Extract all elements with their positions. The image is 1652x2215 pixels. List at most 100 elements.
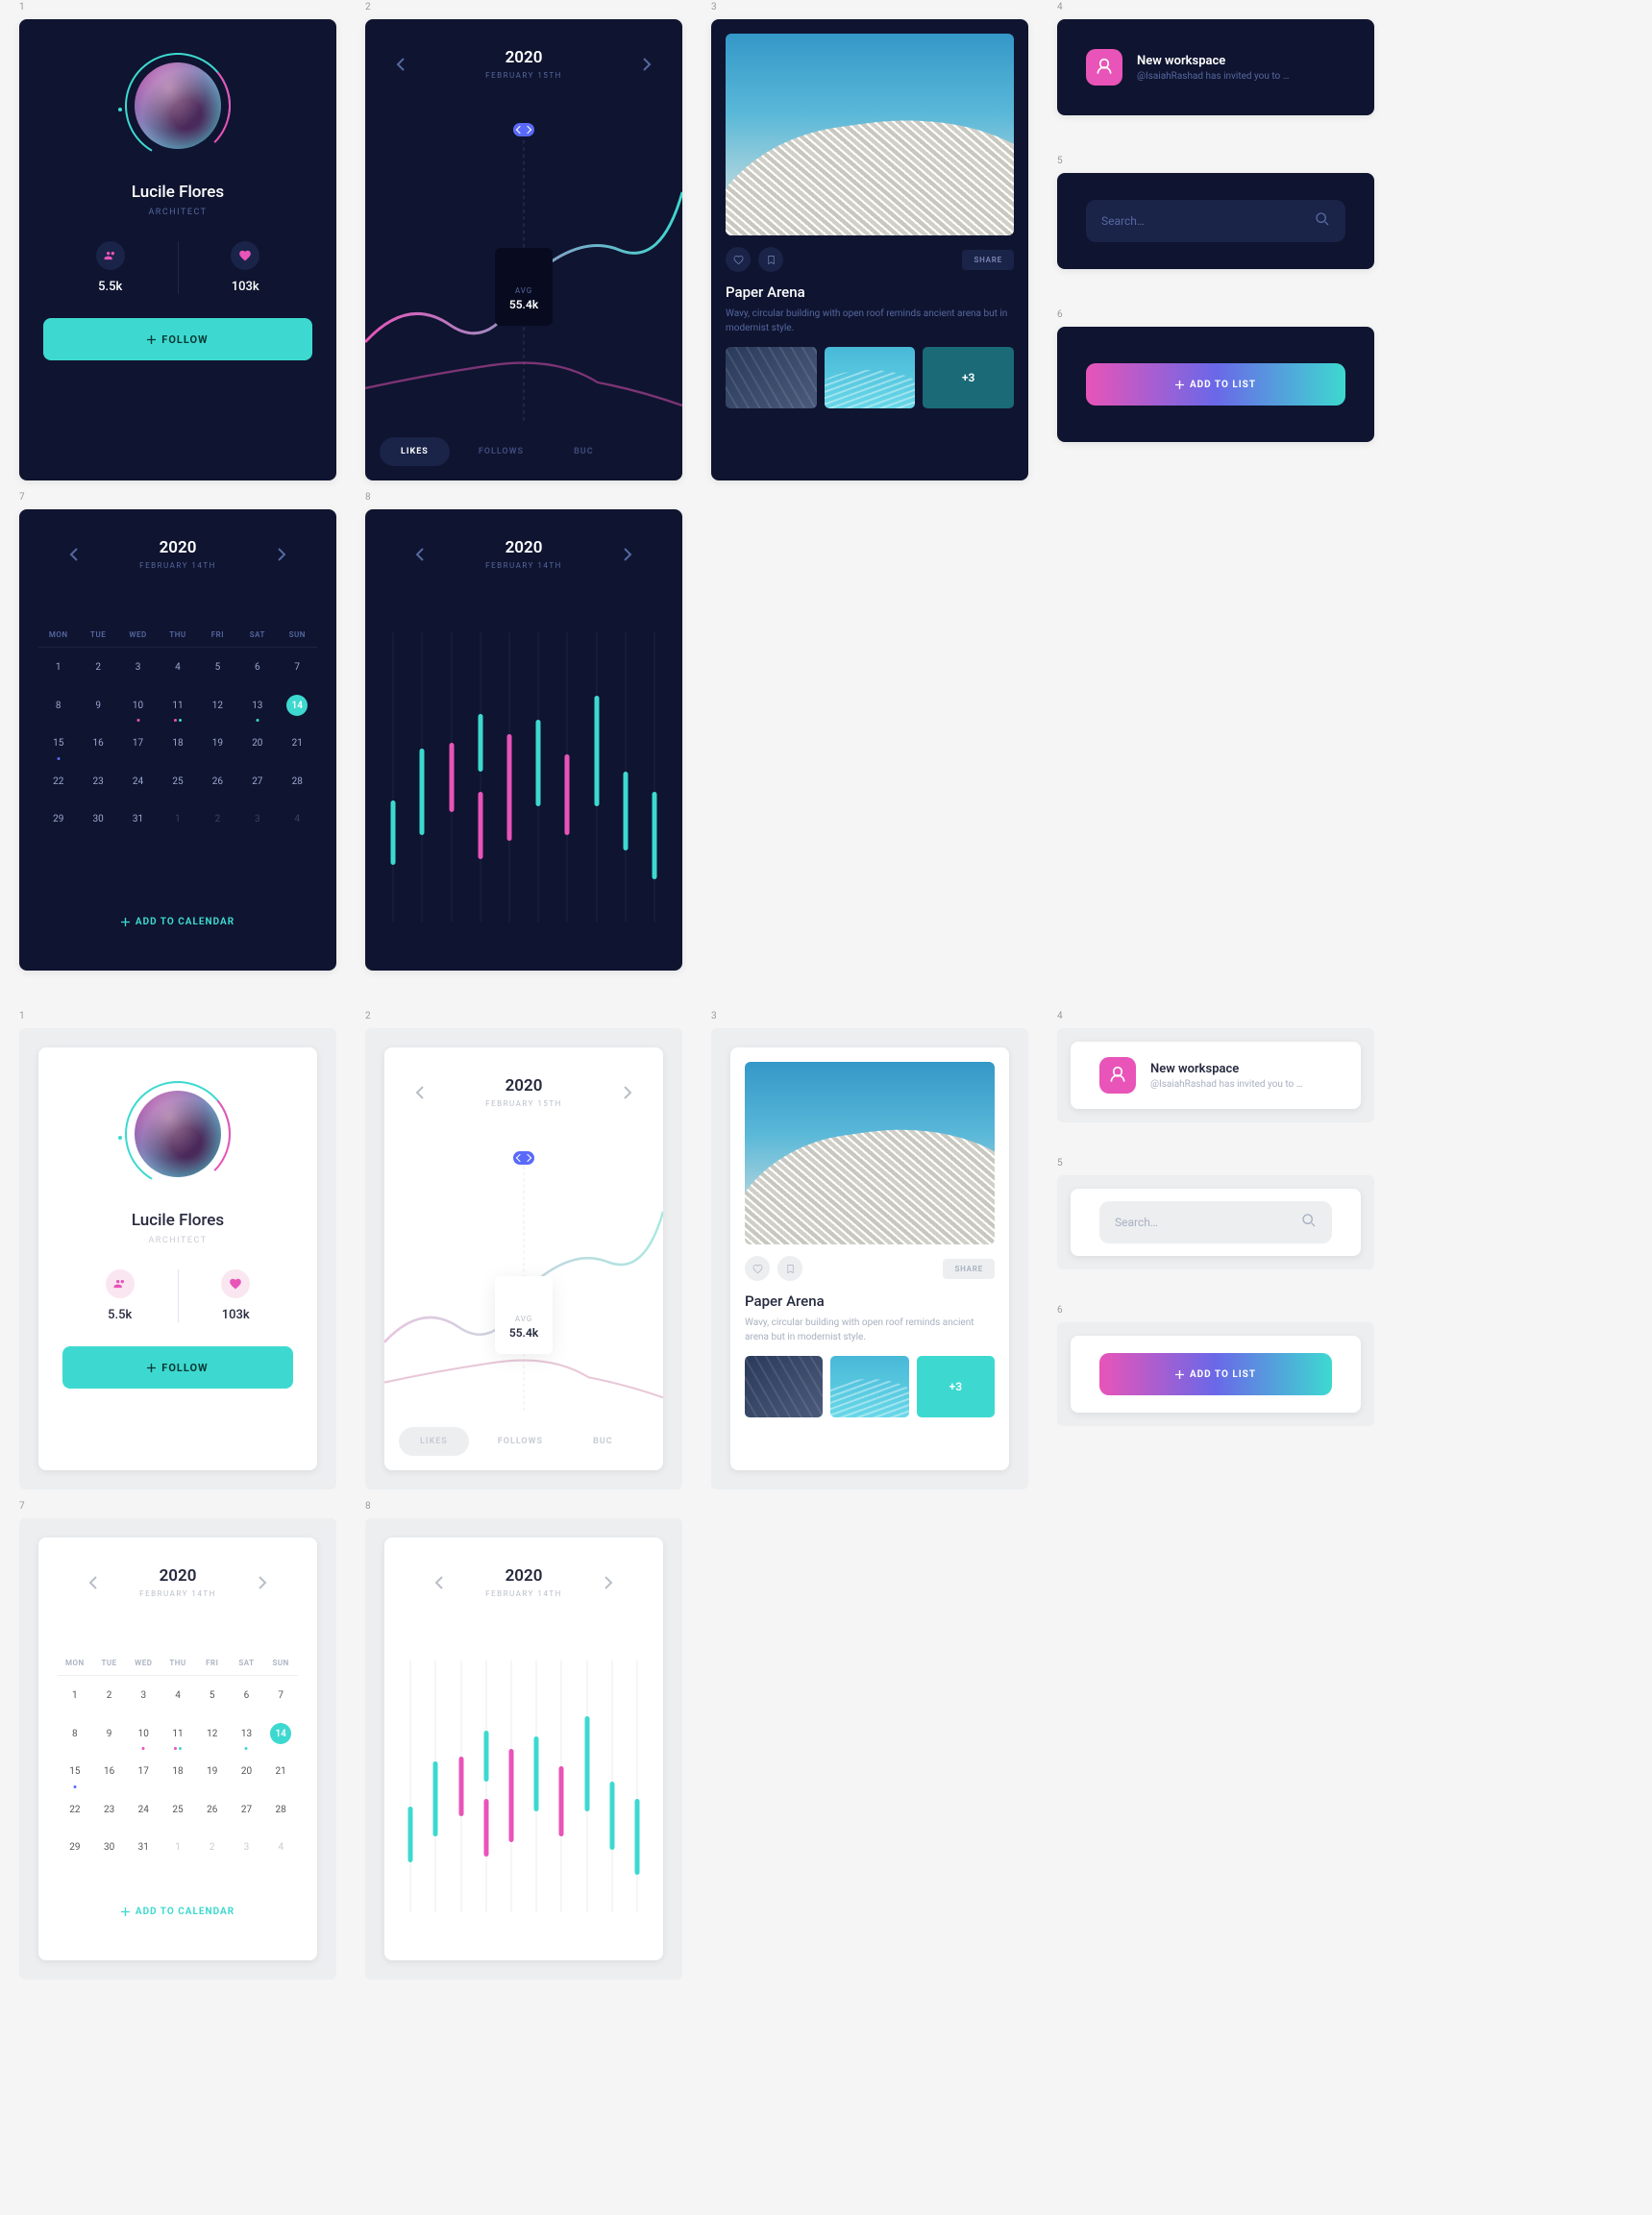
next-arrow[interactable] <box>635 53 658 76</box>
calendar-day[interactable]: 1 <box>158 800 197 838</box>
calendar-day[interactable]: 11 <box>158 686 197 725</box>
calendar-day[interactable]: 11 <box>160 1714 195 1753</box>
calendar-day[interactable]: 18 <box>160 1752 195 1790</box>
search-icon[interactable] <box>1301 1213 1317 1232</box>
prev-arrow[interactable] <box>408 543 431 566</box>
next-arrow[interactable] <box>270 543 293 566</box>
thumbnail[interactable] <box>830 1356 908 1417</box>
search-input[interactable] <box>1101 214 1315 228</box>
calendar-day[interactable]: 19 <box>198 724 237 762</box>
calendar-day[interactable]: 27 <box>237 762 277 800</box>
calendar-day[interactable]: 2 <box>195 1828 230 1866</box>
add-to-list-button[interactable]: ADD TO LIST <box>1086 363 1345 406</box>
calendar-day[interactable]: 4 <box>158 648 197 686</box>
like-icon[interactable] <box>726 247 751 272</box>
calendar-day[interactable]: 31 <box>118 800 158 838</box>
calendar-day[interactable]: 4 <box>278 800 317 838</box>
bookmark-icon[interactable] <box>777 1256 802 1281</box>
calendar-day[interactable]: 12 <box>195 1714 230 1753</box>
notification-card-dark[interactable]: New workspace @IsaiahRashad has invited … <box>1057 19 1374 115</box>
calendar-day[interactable]: 9 <box>78 686 117 725</box>
calendar-day[interactable]: 31 <box>126 1828 160 1866</box>
calendar-day[interactable]: 13 <box>230 1714 264 1753</box>
next-arrow[interactable] <box>597 1571 620 1594</box>
thumbnail[interactable] <box>745 1356 823 1417</box>
calendar-day[interactable]: 3 <box>237 800 277 838</box>
calendar-day[interactable]: 7 <box>263 1676 298 1714</box>
calendar-day[interactable]: 15 <box>58 1752 92 1790</box>
calendar-day[interactable]: 19 <box>195 1752 230 1790</box>
calendar-day[interactable]: 22 <box>58 1790 92 1829</box>
calendar-day[interactable]: 26 <box>195 1790 230 1829</box>
add-to-list-button[interactable]: ADD TO LIST <box>1099 1353 1332 1395</box>
calendar-day[interactable]: 18 <box>158 724 197 762</box>
more-thumbnails[interactable]: +3 <box>923 347 1014 408</box>
calendar-day[interactable]: 2 <box>92 1676 127 1714</box>
calendar-day[interactable]: 3 <box>230 1828 264 1866</box>
calendar-day[interactable]: 30 <box>92 1828 127 1866</box>
tab-likes[interactable]: LIKES <box>380 437 450 466</box>
calendar-day[interactable]: 16 <box>78 724 117 762</box>
calendar-day[interactable]: 24 <box>118 762 158 800</box>
calendar-day[interactable]: 4 <box>160 1676 195 1714</box>
calendar-day[interactable]: 28 <box>278 762 317 800</box>
calendar-day[interactable]: 30 <box>78 800 117 838</box>
calendar-day[interactable]: 12 <box>198 686 237 725</box>
prev-arrow[interactable] <box>389 53 412 76</box>
calendar-day[interactable]: 5 <box>195 1676 230 1714</box>
calendar-day[interactable]: 21 <box>263 1752 298 1790</box>
like-icon[interactable] <box>745 1256 770 1281</box>
add-to-calendar-button[interactable]: ADD TO CALENDAR <box>58 1892 298 1932</box>
tab-buc[interactable]: BUC <box>572 1427 634 1456</box>
calendar-day[interactable]: 7 <box>278 648 317 686</box>
next-arrow[interactable] <box>251 1571 274 1594</box>
calendar-day[interactable]: 21 <box>278 724 317 762</box>
calendar-day[interactable]: 10 <box>118 686 158 725</box>
calendar-day[interactable]: 15 <box>38 724 78 762</box>
thumbnail[interactable] <box>726 347 817 408</box>
calendar-day[interactable]: 20 <box>230 1752 264 1790</box>
search-icon[interactable] <box>1315 211 1330 231</box>
calendar-day[interactable]: 4 <box>263 1828 298 1866</box>
calendar-day[interactable]: 5 <box>198 648 237 686</box>
calendar-day[interactable]: 14 <box>263 1714 298 1753</box>
follow-button[interactable]: FOLLOW <box>43 318 312 360</box>
tab-follows[interactable]: FOLLOWS <box>457 437 545 466</box>
calendar-day[interactable]: 29 <box>58 1828 92 1866</box>
calendar-day[interactable]: 28 <box>263 1790 298 1829</box>
share-button[interactable]: SHARE <box>943 1259 995 1279</box>
calendar-day[interactable]: 23 <box>78 762 117 800</box>
calendar-day[interactable]: 1 <box>38 648 78 686</box>
calendar-day[interactable]: 3 <box>118 648 158 686</box>
next-arrow[interactable] <box>616 1081 639 1104</box>
tab-follows[interactable]: FOLLOWS <box>477 1427 564 1456</box>
tab-buc[interactable]: BUC <box>553 437 615 466</box>
calendar-day[interactable]: 2 <box>78 648 117 686</box>
next-arrow[interactable] <box>616 543 639 566</box>
calendar-day[interactable]: 1 <box>58 1676 92 1714</box>
thumbnail[interactable] <box>825 347 916 408</box>
calendar-day[interactable]: 6 <box>230 1676 264 1714</box>
calendar-day[interactable]: 27 <box>230 1790 264 1829</box>
calendar-day[interactable]: 26 <box>198 762 237 800</box>
add-to-calendar-button[interactable]: ADD TO CALENDAR <box>38 902 317 942</box>
prev-arrow[interactable] <box>408 1081 431 1104</box>
calendar-day[interactable]: 8 <box>38 686 78 725</box>
calendar-day[interactable]: 17 <box>118 724 158 762</box>
share-button[interactable]: SHARE <box>962 250 1014 270</box>
calendar-day[interactable]: 9 <box>92 1714 127 1753</box>
calendar-day[interactable]: 16 <box>92 1752 127 1790</box>
calendar-day[interactable]: 25 <box>160 1790 195 1829</box>
follow-button[interactable]: FOLLOW <box>62 1346 293 1389</box>
calendar-day[interactable]: 2 <box>198 800 237 838</box>
calendar-day[interactable]: 22 <box>38 762 78 800</box>
calendar-day[interactable]: 14 <box>278 686 317 725</box>
calendar-day[interactable]: 1 <box>160 1828 195 1866</box>
calendar-day[interactable]: 25 <box>158 762 197 800</box>
prev-arrow[interactable] <box>428 1571 451 1594</box>
calendar-day[interactable]: 17 <box>126 1752 160 1790</box>
calendar-day[interactable]: 20 <box>237 724 277 762</box>
tab-likes[interactable]: LIKES <box>399 1427 469 1456</box>
calendar-day[interactable]: 6 <box>237 648 277 686</box>
calendar-day[interactable]: 8 <box>58 1714 92 1753</box>
